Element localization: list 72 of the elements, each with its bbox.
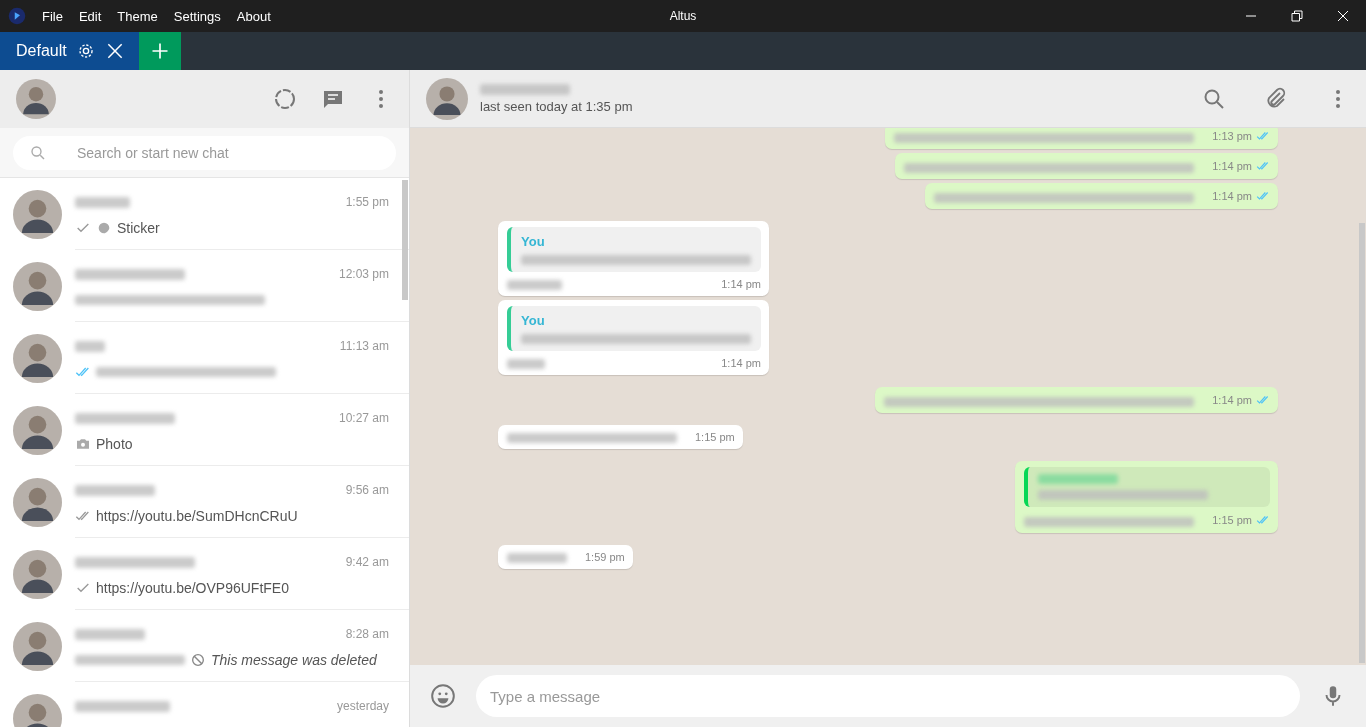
add-tab-button[interactable] [138,32,181,70]
avatar [13,261,62,311]
message-time: 1:14 pm [1212,159,1270,173]
avatar [13,189,62,239]
message-time: 1:15 pm [1212,513,1270,527]
menu-item[interactable]: Settings [173,8,221,24]
quote-author: You [521,234,546,249]
message-preview: https://youtu.be/OVP96UFtFE0 [96,580,289,596]
avatar [16,79,56,119]
chat-time: 12:03 pm [338,267,389,281]
avatar [13,477,62,527]
chat-time: 9:56 am [345,483,389,497]
avatar [426,77,468,120]
camera-icon [75,436,91,452]
status-icon[interactable] [273,87,297,111]
double-check-icon [1256,159,1270,173]
chat-list-item[interactable]: 8:28 am This message was deleted [0,610,409,682]
chat-list-item[interactable]: 10:27 am Photo [0,394,409,466]
scrollbar-thumb[interactable] [1359,223,1365,663]
chat-time: 8:28 am [345,627,389,641]
restore-icon [1291,10,1303,22]
search-field[interactable]: Search or start new chat [13,136,396,170]
chat-list-item[interactable]: 9:42 am https://youtu.be/OVP96UFtFE0 [0,538,409,610]
message-time: 1:13 pm [1212,129,1270,143]
message-time: 1:14 pm [721,278,761,290]
double-check-icon [1256,129,1270,143]
message-preview: This message was deleted [211,652,377,668]
sticker-icon [96,220,112,236]
chat-time: 11:13 am [339,339,389,353]
blurred-text [507,359,545,369]
app-logo-icon [8,7,26,25]
chat-list-item[interactable]: 9:56 am https://youtu.be/SumDHcnCRuU [0,466,409,538]
message-preview: https://youtu.be/SumDHcnCRuU [96,508,298,524]
window-title: Altus [669,9,697,23]
blurred-name [75,340,105,352]
chat-time: 1:55 pm [345,195,389,209]
search-icon [29,144,47,162]
double-check-icon [1256,189,1270,203]
message-time: 1:14 pm [1212,189,1270,203]
message-time: 1:15 pm [695,431,735,443]
scrollbar-thumb[interactable] [402,180,408,300]
chat-time: yesterday [336,699,389,713]
blurred-text [507,553,567,563]
quote-author: You [521,313,546,328]
tab[interactable]: Default [0,32,139,70]
message-preview: Sticker [117,220,160,236]
message-input[interactable]: Type a message [476,675,1300,717]
chat-time: 9:42 am [345,555,389,569]
menu-item[interactable]: Theme [117,8,158,24]
menu-item[interactable]: Edit [78,8,102,24]
blurred-text [507,280,562,290]
menu-item[interactable]: File [42,8,63,24]
settings-icon [76,42,95,60]
emoji-icon[interactable] [430,683,456,709]
close-icon [1337,10,1349,22]
paperclip-icon[interactable] [1264,86,1288,111]
last-seen-status: last seen today at 1:35 pm [480,98,633,114]
message-time: 1:14 pm [721,357,761,369]
message-time: 1:14 pm [1212,393,1270,407]
avatar [13,549,62,599]
avatar [13,405,62,455]
avatar [13,621,62,671]
double-check-icon [1256,513,1270,527]
avatar [13,333,62,383]
message-preview: Photo [96,436,133,452]
double-check-icon [1256,393,1270,407]
blurred-name [75,196,130,208]
chat-time: 10:27 am [338,411,389,425]
blurred-name [75,628,145,640]
message-time: 1:59 pm [585,551,625,563]
menu-item[interactable]: About [236,8,271,24]
prohibited-icon [190,652,206,668]
